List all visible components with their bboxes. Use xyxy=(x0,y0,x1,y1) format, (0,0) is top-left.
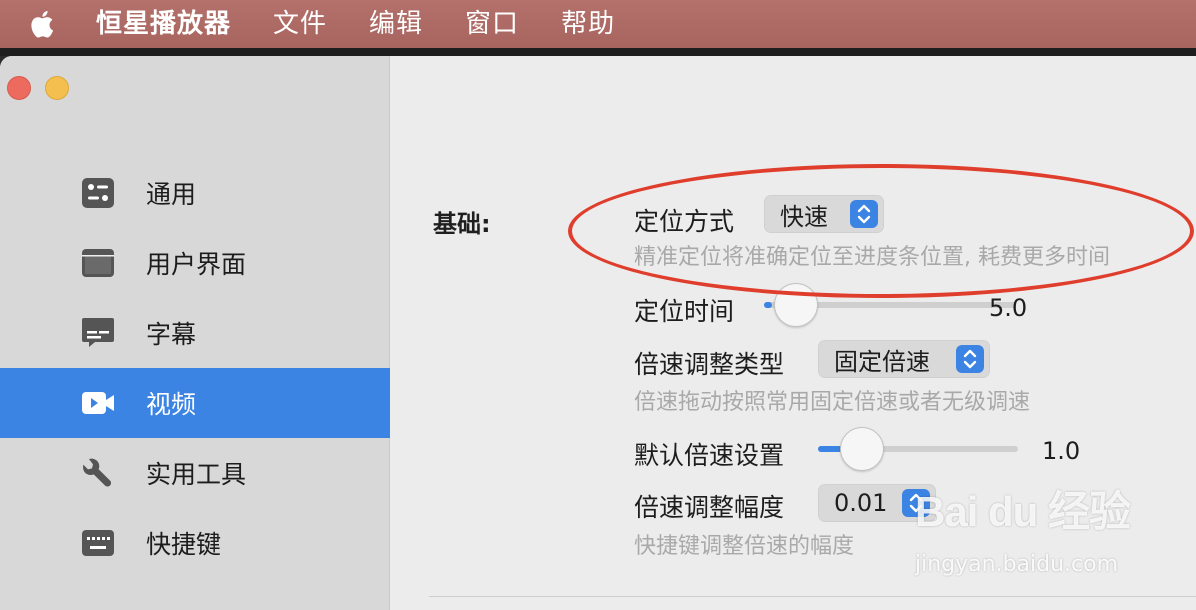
section-divider xyxy=(429,596,1196,597)
keyboard-icon xyxy=(81,526,115,560)
sidebar-item-label: 快捷键 xyxy=(146,530,222,559)
video-camera-icon xyxy=(81,386,115,420)
apple-icon[interactable] xyxy=(0,0,82,48)
seek-time-value: 5.0 xyxy=(989,294,1028,322)
sidebar-item-label: 字幕 xyxy=(146,320,197,349)
menu-bar-shadow xyxy=(0,48,1196,56)
menu-bar: 恒星播放器 文件 编辑 窗口 帮助 xyxy=(0,0,1196,48)
sidebar-item-label: 用户界面 xyxy=(146,250,247,279)
menu-window[interactable]: 窗口 xyxy=(444,0,540,48)
menu-edit[interactable]: 编辑 xyxy=(348,0,444,48)
chevron-up-down-icon xyxy=(956,345,984,373)
sidebar-nav: 通用 用户界面 字幕 视频 实用工具 快捷键 xyxy=(0,158,390,578)
subtitle-icon xyxy=(81,316,115,350)
window-icon xyxy=(81,246,115,280)
sidebar-item-label: 视频 xyxy=(146,390,197,419)
default-speed-value: 1.0 xyxy=(1042,437,1081,465)
speed-type-select[interactable]: 固定倍速 xyxy=(818,340,990,378)
seek-time-slider-knob[interactable] xyxy=(774,283,818,327)
seek-time-label: 定位时间 xyxy=(634,297,735,326)
minimize-window-button[interactable] xyxy=(45,76,69,100)
sidebar-item-user-interface[interactable]: 用户界面 xyxy=(0,228,390,298)
speed-type-value: 固定倍速 xyxy=(834,347,930,376)
menu-app-name[interactable]: 恒星播放器 xyxy=(82,0,252,48)
preferences-window: 通用 用户界面 字幕 视频 实用工具 快捷键 基础: 定位方式 快速 精准定位将… xyxy=(0,56,1196,610)
chevron-up-down-icon xyxy=(902,489,930,517)
speed-type-label: 倍速调整类型 xyxy=(634,350,785,379)
sidebar-item-general[interactable]: 通用 xyxy=(0,158,390,228)
chevron-up-down-icon xyxy=(850,200,878,228)
video-settings-pane: 基础: 定位方式 快速 精准定位将准确定位至进度条位置, 耗费更多时间 定位时间… xyxy=(391,56,1196,610)
sidebar-item-video[interactable]: 视频 xyxy=(0,368,390,438)
section-label-basic: 基础: xyxy=(433,210,491,238)
sidebar-item-label: 实用工具 xyxy=(146,460,247,489)
speed-step-select[interactable]: 0.01 xyxy=(818,484,936,522)
sidebar-item-subtitles[interactable]: 字幕 xyxy=(0,298,390,368)
sidebar-item-label: 通用 xyxy=(146,180,197,209)
default-speed-label: 默认倍速设置 xyxy=(634,441,785,470)
sidebar-item-utilities[interactable]: 实用工具 xyxy=(0,438,390,508)
speed-type-hint: 倍速拖动按照常用固定倍速或者无级调速 xyxy=(634,390,1031,415)
close-window-button[interactable] xyxy=(7,76,31,100)
window-controls xyxy=(7,76,69,100)
general-settings-icon xyxy=(81,176,115,210)
default-speed-slider-fill xyxy=(818,446,842,452)
wrench-icon xyxy=(81,456,115,490)
seek-mode-hint: 精准定位将准确定位至进度条位置, 耗费更多时间 xyxy=(634,245,1110,270)
seek-mode-label: 定位方式 xyxy=(634,207,735,236)
sidebar-item-shortcuts[interactable]: 快捷键 xyxy=(0,508,390,578)
menu-file[interactable]: 文件 xyxy=(252,0,348,48)
seek-time-slider-fill xyxy=(764,302,772,308)
speed-step-hint: 快捷键调整倍速的幅度 xyxy=(634,534,855,559)
speed-step-label: 倍速调整幅度 xyxy=(634,493,785,522)
seek-mode-value: 快速 xyxy=(780,202,828,231)
seek-mode-select[interactable]: 快速 xyxy=(764,195,884,233)
speed-step-value: 0.01 xyxy=(834,489,888,517)
menu-help[interactable]: 帮助 xyxy=(540,0,636,48)
default-speed-slider-knob[interactable] xyxy=(840,427,884,471)
sidebar: 通用 用户界面 字幕 视频 实用工具 快捷键 xyxy=(0,56,390,610)
